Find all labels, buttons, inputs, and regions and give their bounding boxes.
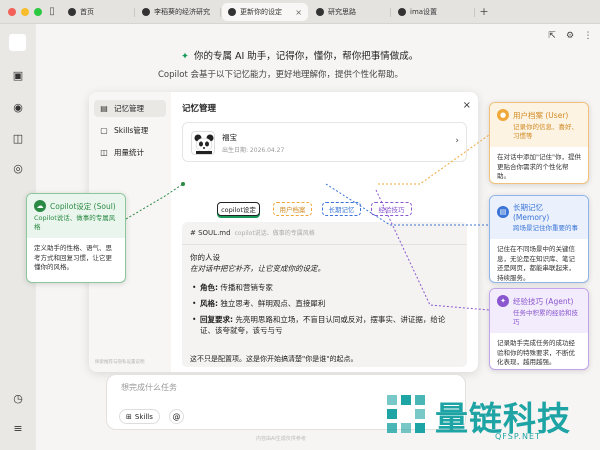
watermark-logo-icon bbox=[387, 395, 425, 433]
callout-copilot-soul: ☁ Copilot设定 (Soul) Copilot说话、做事的专属风格 定义助… bbox=[26, 193, 126, 283]
callout-title: 经验技巧 (Agent) bbox=[513, 296, 574, 306]
callout-subtitle: 记录你的信息、喜好、习惯等 bbox=[513, 123, 578, 140]
sparkle-icon: ✦ bbox=[497, 295, 509, 307]
callout-subtitle: Copilot说话、做事的专属风格 bbox=[34, 214, 116, 231]
user-icon: ● bbox=[497, 109, 509, 121]
cloud-icon: ☁ bbox=[34, 200, 46, 212]
callout-user-profile: ● 用户档案 (User) 记录你的信息、喜好、习惯等 在对话中添加"记住"你，… bbox=[489, 102, 589, 184]
callout-title: 用户档案 (User) bbox=[513, 110, 569, 120]
callout-long-term-memory: ▤ 长期记忆 (Memory) 跨场景记住你重要的事 记住在不同场景中的关键信息… bbox=[489, 195, 589, 283]
callout-experience-skills: ✦ 经验技巧 (Agent) 任务中积累的经验和技巧 记录助手完成任务的成功经验… bbox=[489, 288, 589, 370]
callout-title: 长期记忆 (Memory) bbox=[513, 203, 550, 222]
callout-body: 在对话中添加"记住"你，提供更贴合你需求的个性化帮助。 bbox=[497, 153, 581, 180]
callout-body: 记录助手完成任务的成功经验和你的特殊要求，不断优化表现，越用越强。 bbox=[497, 339, 575, 366]
callout-body: 定义助手的性格、语气、思考方式和回复习惯，让它更懂你的风格。 bbox=[34, 244, 112, 271]
callout-body: 记住在不同场景中的关键信息，无论是在知识库、笔记还是网页，都能串联起来，持续服务… bbox=[497, 245, 575, 282]
watermark: 量链科技 QFSP.NET bbox=[385, 390, 595, 446]
callout-subtitle: 任务中积累的经验和技巧 bbox=[513, 309, 578, 326]
callout-subtitle: 跨场景记住你重要的事 bbox=[513, 224, 578, 232]
watermark-url: QFSP.NET bbox=[495, 432, 541, 441]
callout-title: Copilot设定 (Soul) bbox=[50, 201, 116, 211]
memory-book-icon: ▤ bbox=[497, 206, 509, 218]
